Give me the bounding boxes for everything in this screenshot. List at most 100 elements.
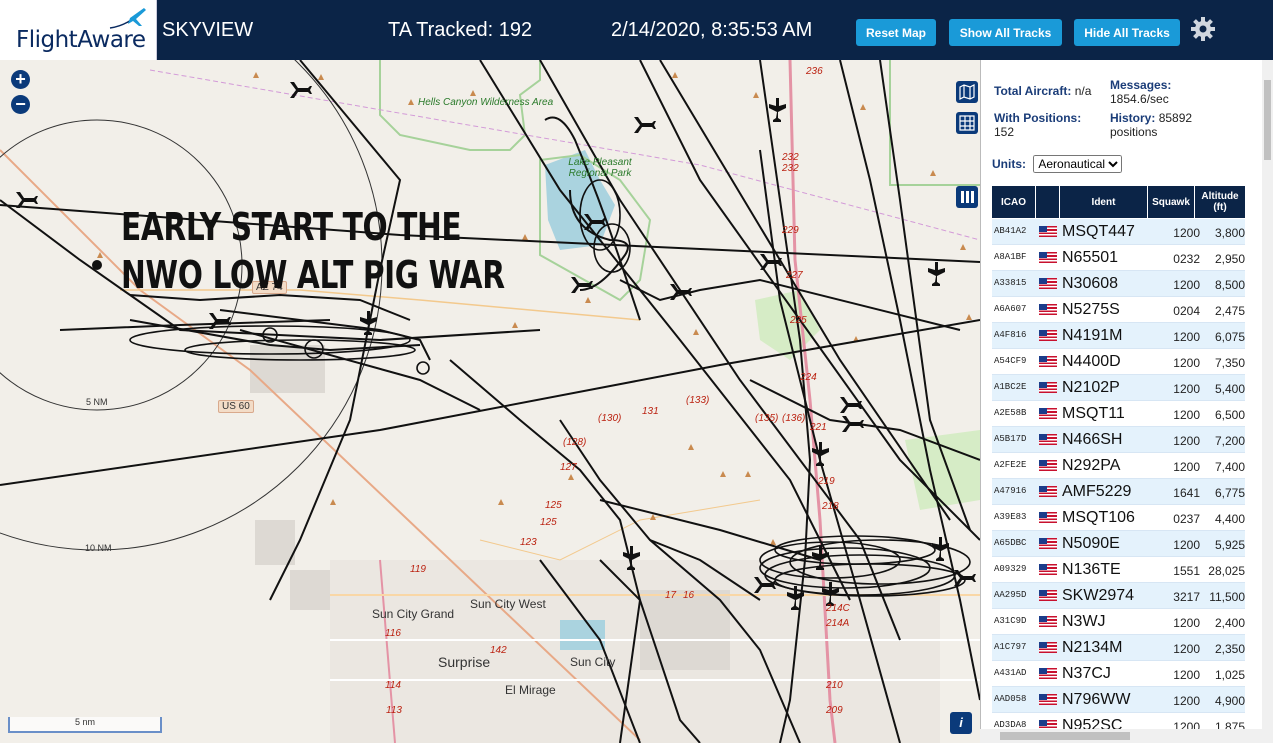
grid-icon-glyph — [959, 115, 975, 131]
map-view[interactable]: Hells Canyon Wilderness Area Lake Pleasa… — [0, 60, 980, 743]
ident-cell: N4191M — [1062, 327, 1123, 344]
squawk-cell: 3217 — [1173, 590, 1200, 604]
with-positions-value: 152 — [994, 125, 1015, 139]
messages-label: Messages: — [1110, 78, 1172, 92]
hells-canyon-label: Hells Canyon Wilderness Area — [418, 97, 554, 108]
logo-text: FlightAware — [16, 27, 146, 53]
table-row[interactable]: A2E58B MSQT11 1200 6,500 — [992, 401, 1245, 427]
us-flag-icon — [1039, 538, 1057, 549]
table-row[interactable]: A47916AMF522916416,775▲ — [992, 479, 1245, 505]
hwy-marker: 232 — [782, 152, 799, 163]
scroll-thumb[interactable] — [1000, 732, 1130, 740]
lake — [560, 620, 605, 650]
squawk-cell: 1200 — [1173, 668, 1200, 682]
hwy-marker: 125 — [545, 500, 562, 511]
gear-icon[interactable] — [1190, 16, 1216, 42]
col-squawk[interactable]: Squawk — [1148, 186, 1195, 218]
top-bar: FlightAware SKYVIEW TA Tracked: 192 2/14… — [0, 0, 1273, 60]
ident-cell: MSQT447 — [1062, 223, 1135, 240]
vertical-scrollbar[interactable] — [1262, 60, 1273, 743]
col-altitude[interactable]: Altitude (ft) — [1195, 186, 1245, 218]
aircraft-panel: Total Aircraft: n/a Messages: 1854.6/sec… — [980, 60, 1273, 743]
table-row[interactable]: A33815 N30608 1200 8,500 — [992, 271, 1245, 297]
squawk-cell: 1200 — [1173, 330, 1200, 344]
hwy-marker: 227 — [786, 270, 803, 281]
icao-cell: A1BC2E — [994, 382, 1027, 392]
table-row[interactable]: A431ADN37CJ12001,025▼ — [992, 661, 1245, 687]
tracked-count: TA Tracked: 192 — [388, 19, 533, 41]
units-select[interactable]: Aeronautical — [1033, 155, 1123, 173]
table-row[interactable]: A8A1BFN6550102322,950▲ — [992, 245, 1245, 271]
lake-pleasant-label: Lake Pleasant Regional Park — [568, 157, 632, 179]
col-ident[interactable]: Ident — [1060, 186, 1148, 218]
el-mirage-label: El Mirage — [505, 683, 556, 697]
icao-cell: AAD058 — [994, 694, 1027, 704]
ident-cell: N65501 — [1062, 249, 1119, 266]
us-flag-icon — [1039, 434, 1057, 445]
squawk-cell: 1200 — [1173, 408, 1200, 422]
flightaware-logo[interactable]: FlightAware — [0, 0, 157, 60]
sun-city-label: Sun City — [570, 655, 616, 669]
zoom-out-button[interactable]: − — [11, 95, 30, 114]
table-row[interactable]: AA295DSKW2974321711,500▼ — [992, 583, 1245, 609]
map-icon[interactable] — [956, 81, 978, 103]
table-row[interactable]: A6A607 N5275S 0204 2,475 — [992, 297, 1245, 323]
scroll-thumb[interactable] — [1264, 80, 1271, 160]
ring-5nm-label: 5 NM — [86, 397, 108, 407]
table-row[interactable]: A2FE2E N292PA 1200 7,400 — [992, 453, 1245, 479]
table-row[interactable]: A39E83 MSQT106 0237 4,400 — [992, 505, 1245, 531]
us-flag-icon — [1039, 486, 1057, 497]
hwy-marker: 232 — [782, 163, 799, 174]
reset-map-button[interactable]: Reset Map — [856, 19, 936, 46]
altitude-cell: 5,400 — [1214, 382, 1245, 396]
ident-cell: AMF5229 — [1062, 483, 1132, 500]
hwy-marker: 142 — [490, 645, 507, 656]
altitude-cell: 6,075 — [1214, 330, 1245, 344]
altitude-cell: 2,475 — [1214, 304, 1245, 318]
us-flag-icon — [1039, 668, 1057, 679]
table-row[interactable]: A31C9DN3WJ12002,400▲ — [992, 609, 1245, 635]
table-row[interactable]: A4F816N4191M12006,075▼ — [992, 323, 1245, 349]
info-button[interactable]: i — [950, 712, 972, 734]
sun-city-west-label: Sun City West — [470, 597, 546, 611]
show-all-tracks-button[interactable]: Show All Tracks — [949, 19, 1062, 46]
altitude-cell: 4,900 — [1214, 694, 1245, 708]
overlay-line-1: EARLY START TO THE — [121, 205, 462, 249]
urban-block — [640, 590, 730, 670]
table-row[interactable]: A5B17D N466SH 1200 7,200 — [992, 427, 1245, 453]
altitude-cell: 11,500 — [1209, 590, 1245, 604]
overlay-caption: EARLY START TO THE NWO LOW ALT PIG WAR — [121, 203, 505, 299]
table-row[interactable]: AB41A2 MSQT447 1200 3,800 — [992, 219, 1245, 245]
us-flag-icon — [1039, 304, 1057, 315]
icao-cell: A31C9D — [994, 616, 1027, 626]
table-row[interactable]: A65DBCN5090E12005,925▲ — [992, 531, 1245, 557]
columns-icon[interactable] — [956, 186, 978, 208]
col-flag[interactable] — [1036, 186, 1060, 218]
us-flag-icon — [1039, 408, 1057, 419]
history-label: History: — [1110, 111, 1156, 125]
zoom-in-button[interactable]: + — [11, 70, 30, 89]
hwy-marker: 116 — [385, 628, 401, 639]
ident-cell: N2102P — [1062, 379, 1120, 396]
hwy-marker: 119 — [410, 564, 426, 575]
squawk-cell: 0237 — [1173, 512, 1200, 526]
table-row[interactable]: AAD058N796WW12004,900▲ — [992, 687, 1245, 713]
table-row[interactable]: A1BC2E N2102P 1200 5,400 — [992, 375, 1245, 401]
hide-all-tracks-button[interactable]: Hide All Tracks — [1074, 19, 1180, 46]
horizontal-scrollbar[interactable] — [980, 729, 1262, 743]
map-icon-glyph — [959, 84, 975, 100]
altitude-cell: 3,800 — [1214, 226, 1245, 240]
table-row[interactable]: A1C797 N2134M 1200 2,350 — [992, 635, 1245, 661]
table-row[interactable]: A54CF9 N4400D 1200 7,350 — [992, 349, 1245, 375]
icao-cell: AA295D — [994, 590, 1027, 600]
ident-cell: N30608 — [1062, 275, 1119, 292]
grid-icon[interactable] — [956, 112, 978, 134]
ident-cell: N3WJ — [1062, 613, 1106, 630]
table-row[interactable]: A09329 N136TE 1551 28,025 — [992, 557, 1245, 583]
history-value: 85892 — [1158, 111, 1193, 125]
hwy-marker: 113 — [386, 705, 402, 716]
icao-cell: A1C797 — [994, 642, 1027, 652]
hwy-marker: 219 — [818, 476, 835, 487]
col-icao[interactable]: ICAO — [992, 186, 1036, 218]
us-flag-icon — [1039, 590, 1057, 601]
